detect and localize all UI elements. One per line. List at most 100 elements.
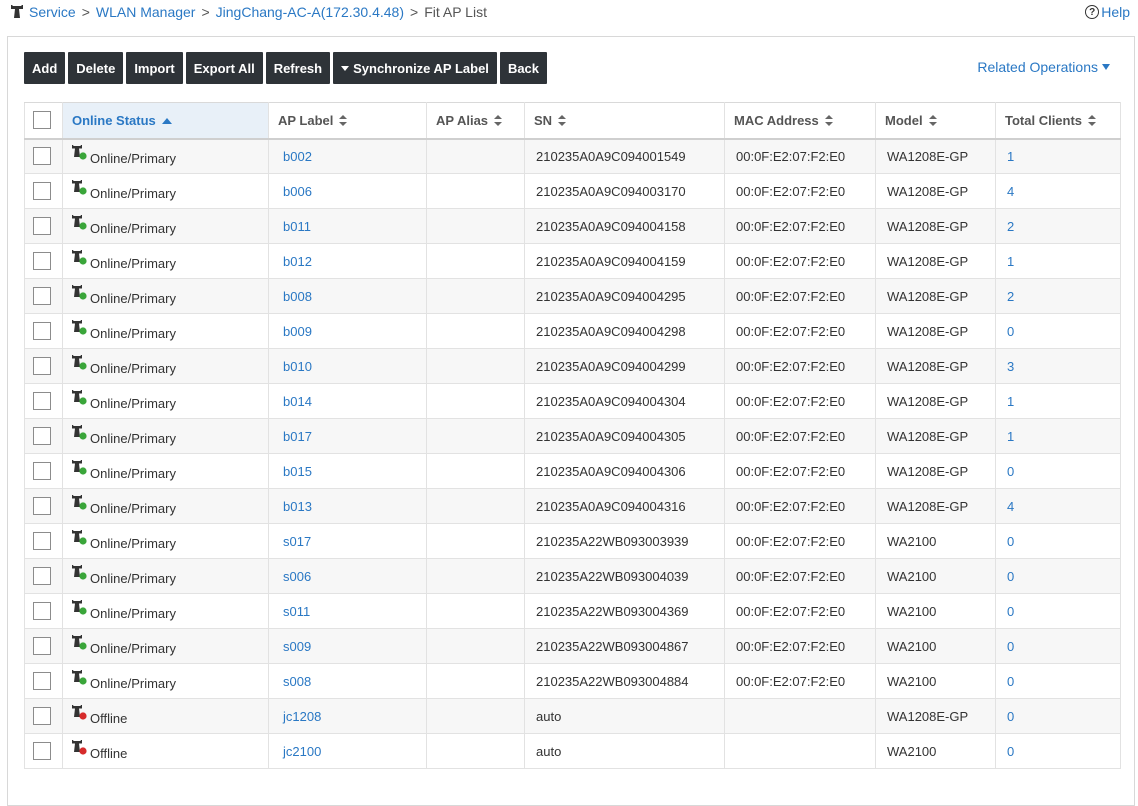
total-clients-link[interactable]: 1 (1007, 429, 1014, 444)
table-row[interactable]: Online/Primary b014 210235A0A9C094004304 00… (24, 383, 1121, 419)
ap-label-link[interactable]: s017 (280, 534, 311, 549)
ap-label-link[interactable]: b014 (280, 394, 312, 409)
total-clients-link[interactable]: 2 (1007, 289, 1014, 304)
ap-label-link[interactable]: b013 (280, 499, 312, 514)
cell-sn: 210235A0A9C094001549 (524, 138, 725, 174)
refresh-button[interactable]: Refresh (265, 52, 331, 84)
table-row[interactable]: Online/Primary b009 210235A0A9C094004298 00… (24, 313, 1121, 349)
cell-ap-alias (426, 593, 525, 629)
ap-label-link[interactable]: b012 (280, 254, 312, 269)
row-checkbox[interactable] (33, 392, 51, 410)
row-checkbox[interactable] (33, 182, 51, 200)
ap-label-link[interactable]: b017 (280, 429, 312, 444)
select-all-checkbox[interactable] (33, 111, 51, 130)
breadcrumb-service[interactable]: Service (29, 4, 76, 20)
table-row[interactable]: Online/Primary b011 210235A0A9C094004158 00… (24, 208, 1121, 244)
row-checkbox[interactable] (33, 147, 51, 166)
table-row[interactable]: Online/Primary b013 210235A0A9C094004316 00… (24, 488, 1121, 524)
column-header-total-clients[interactable]: Total Clients (995, 102, 1121, 140)
ap-label-link[interactable]: b002 (280, 149, 312, 164)
delete-button[interactable]: Delete (68, 52, 124, 84)
row-checkbox[interactable] (33, 462, 51, 480)
row-checkbox[interactable] (33, 532, 51, 550)
table-row[interactable]: Online/Primary b015 210235A0A9C094004306 00… (24, 453, 1121, 489)
column-header-online-status[interactable]: Online Status (62, 102, 269, 140)
row-checkbox[interactable] (33, 567, 51, 585)
back-button[interactable]: Back (499, 52, 548, 84)
related-operations-dropdown[interactable]: Related Operations (977, 59, 1110, 75)
total-clients-link[interactable]: 1 (1007, 394, 1014, 409)
table-row[interactable]: Online/Primary b006 210235A0A9C094003170 00… (24, 173, 1121, 209)
total-clients-link[interactable]: 3 (1007, 359, 1014, 374)
row-select-cell (24, 138, 63, 174)
help-link[interactable]: ? Help (1085, 4, 1130, 20)
column-header-mac-address[interactable]: MAC Address (724, 102, 876, 140)
table-row[interactable]: Offline jc1208 auto WA1208E-GP 0 (24, 698, 1121, 734)
total-clients-link[interactable]: 0 (1007, 324, 1014, 339)
ap-label-link[interactable]: s008 (280, 674, 311, 689)
status-text: Online/Primary (90, 185, 176, 201)
ap-online-icon (72, 600, 87, 615)
table-row[interactable]: Online/Primary b017 210235A0A9C094004305 00… (24, 418, 1121, 454)
total-clients-link[interactable]: 0 (1007, 534, 1014, 549)
total-clients-link[interactable]: 0 (1007, 639, 1014, 654)
add-button[interactable]: Add (24, 52, 66, 84)
row-checkbox[interactable] (33, 707, 51, 725)
row-checkbox[interactable] (33, 637, 51, 655)
total-clients-link[interactable]: 0 (1007, 674, 1014, 689)
row-checkbox[interactable] (33, 742, 51, 760)
export-all-button[interactable]: Export All (185, 52, 263, 84)
cell-sn: 210235A0A9C094004304 (524, 383, 725, 419)
table-row[interactable]: Online/Primary s011 210235A22WB093004369 00… (24, 593, 1121, 629)
synchronize-ap-label-button[interactable]: Synchronize AP Label (333, 52, 497, 84)
breadcrumb-ac[interactable]: JingChang-AC-A(172.30.4.48) (216, 4, 404, 20)
ap-label-link[interactable]: s009 (280, 639, 311, 654)
table-row[interactable]: Online/Primary s009 210235A22WB093004867 00… (24, 628, 1121, 664)
total-clients-link[interactable]: 0 (1007, 569, 1014, 584)
total-clients-link[interactable]: 0 (1007, 604, 1014, 619)
import-button[interactable]: Import (126, 52, 183, 84)
total-clients-link[interactable]: 2 (1007, 219, 1014, 234)
ap-label-link[interactable]: jc2100 (280, 744, 321, 759)
ap-label-link[interactable]: b010 (280, 359, 312, 374)
row-checkbox[interactable] (33, 322, 51, 340)
ap-label-link[interactable]: b015 (280, 464, 312, 479)
column-header-sn[interactable]: SN (524, 102, 725, 140)
ap-label-link[interactable]: s011 (280, 604, 310, 619)
total-clients-link[interactable]: 1 (1007, 149, 1014, 164)
table-row[interactable]: Online/Primary b008 210235A0A9C094004295 00… (24, 278, 1121, 314)
cell-online-status: Online/Primary (62, 313, 269, 349)
total-clients-link[interactable]: 0 (1007, 464, 1014, 479)
total-clients-link[interactable]: 1 (1007, 254, 1014, 269)
ap-label-link[interactable]: jc1208 (280, 709, 321, 724)
column-header-model[interactable]: Model (875, 102, 996, 140)
table-row[interactable]: Online/Primary b002 210235A0A9C094001549 00… (24, 138, 1121, 174)
row-checkbox[interactable] (33, 217, 51, 235)
row-checkbox[interactable] (33, 357, 51, 375)
row-checkbox[interactable] (33, 672, 51, 690)
row-checkbox[interactable] (33, 287, 51, 305)
row-checkbox[interactable] (33, 252, 51, 270)
total-clients-link[interactable]: 4 (1007, 499, 1014, 514)
breadcrumb-wlan-manager[interactable]: WLAN Manager (96, 4, 196, 20)
table-row[interactable]: Online/Primary s017 210235A22WB093003939 00… (24, 523, 1121, 559)
table-row[interactable]: Online/Primary s008 210235A22WB093004884 00… (24, 663, 1121, 699)
row-checkbox[interactable] (33, 602, 51, 620)
table-row[interactable]: Online/Primary s006 210235A22WB093004039 00… (24, 558, 1121, 594)
ap-online-icon (72, 320, 87, 335)
ap-label-link[interactable]: b011 (280, 219, 311, 234)
total-clients-link[interactable]: 0 (1007, 709, 1014, 724)
row-checkbox[interactable] (33, 497, 51, 515)
ap-label-link[interactable]: b006 (280, 184, 312, 199)
table-row[interactable]: Online/Primary b012 210235A0A9C094004159 00… (24, 243, 1121, 279)
table-row[interactable]: Offline jc2100 auto WA2100 0 (24, 733, 1121, 769)
ap-label-link[interactable]: b008 (280, 289, 312, 304)
column-header-ap-label[interactable]: AP Label (268, 102, 427, 140)
ap-label-link[interactable]: b009 (280, 324, 312, 339)
table-row[interactable]: Online/Primary b010 210235A0A9C094004299 00… (24, 348, 1121, 384)
total-clients-link[interactable]: 4 (1007, 184, 1014, 199)
row-checkbox[interactable] (33, 427, 51, 445)
column-header-ap-alias[interactable]: AP Alias (426, 102, 525, 140)
total-clients-link[interactable]: 0 (1007, 744, 1014, 759)
ap-label-link[interactable]: s006 (280, 569, 311, 584)
